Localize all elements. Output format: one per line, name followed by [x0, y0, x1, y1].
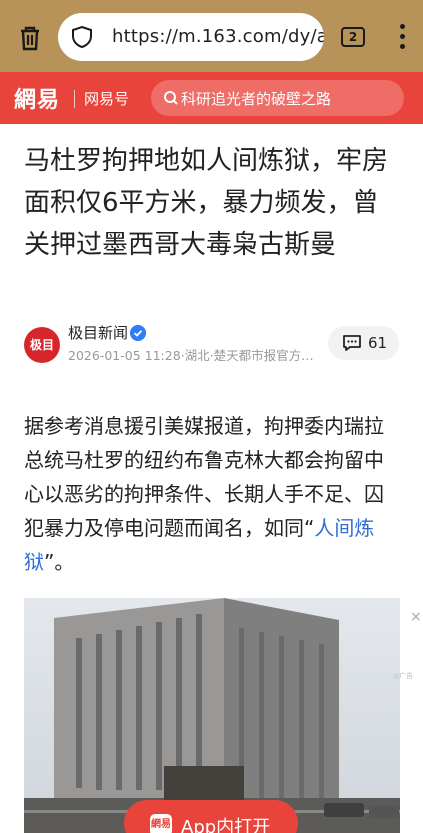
article-title: 马杜罗拘押地如人间炼狱，牢房面积仅6平方米，暴力频发，曾关押过墨西哥大毒枭古斯曼 [24, 146, 389, 260]
netease-app-icon: 網易 [150, 814, 172, 833]
comment-count: 61 [368, 334, 388, 352]
site-header: 網易 网易号 科研追光者的破壁之路 [0, 72, 423, 124]
more-menu-icon[interactable] [392, 22, 412, 52]
paragraph-end: ”。 [44, 550, 75, 574]
browser-toolbar: https://m.163.com/dy/art 2 [0, 0, 423, 72]
search-icon [164, 91, 178, 105]
open-in-app-label: App内打开 [181, 817, 271, 833]
url-text[interactable]: https://m.163.com/dy/art [112, 26, 324, 47]
search-bar[interactable]: 科研追光者的破壁之路 [151, 80, 404, 116]
header-divider [74, 90, 75, 108]
search-suggestion[interactable]: 科研追光者的破壁之路 [181, 88, 331, 109]
quote-open: “ [304, 516, 315, 540]
comment-icon [343, 335, 361, 351]
comment-button[interactable]: 61 [328, 326, 399, 360]
verified-icon [130, 325, 146, 341]
article-meta: 2026-01-05 11:28·湖北·楚天都市报官方网... [68, 348, 324, 363]
netease-logo[interactable]: 網易 [14, 82, 60, 114]
article-photo[interactable] [24, 598, 400, 833]
ad-label: ◎广告 [393, 672, 414, 680]
shield-icon[interactable] [70, 25, 94, 49]
open-in-app-button[interactable]: 網易 App内打开 [124, 800, 298, 833]
author-name[interactable]: 极目新闻 [68, 322, 128, 343]
trash-icon[interactable] [14, 22, 46, 54]
channel-name[interactable]: 网易号 [84, 88, 129, 109]
author-avatar[interactable]: 极目 [24, 327, 60, 363]
article-paragraph: 据参考消息援引美媒报道，拘押委内瑞拉总统马杜罗的纽约布鲁克林大都会拘留中心以恶劣… [24, 409, 400, 579]
tab-switcher-icon[interactable]: 2 [341, 27, 365, 47]
address-bar[interactable]: https://m.163.com/dy/art [58, 13, 324, 61]
close-ad-icon[interactable]: × [410, 609, 422, 625]
